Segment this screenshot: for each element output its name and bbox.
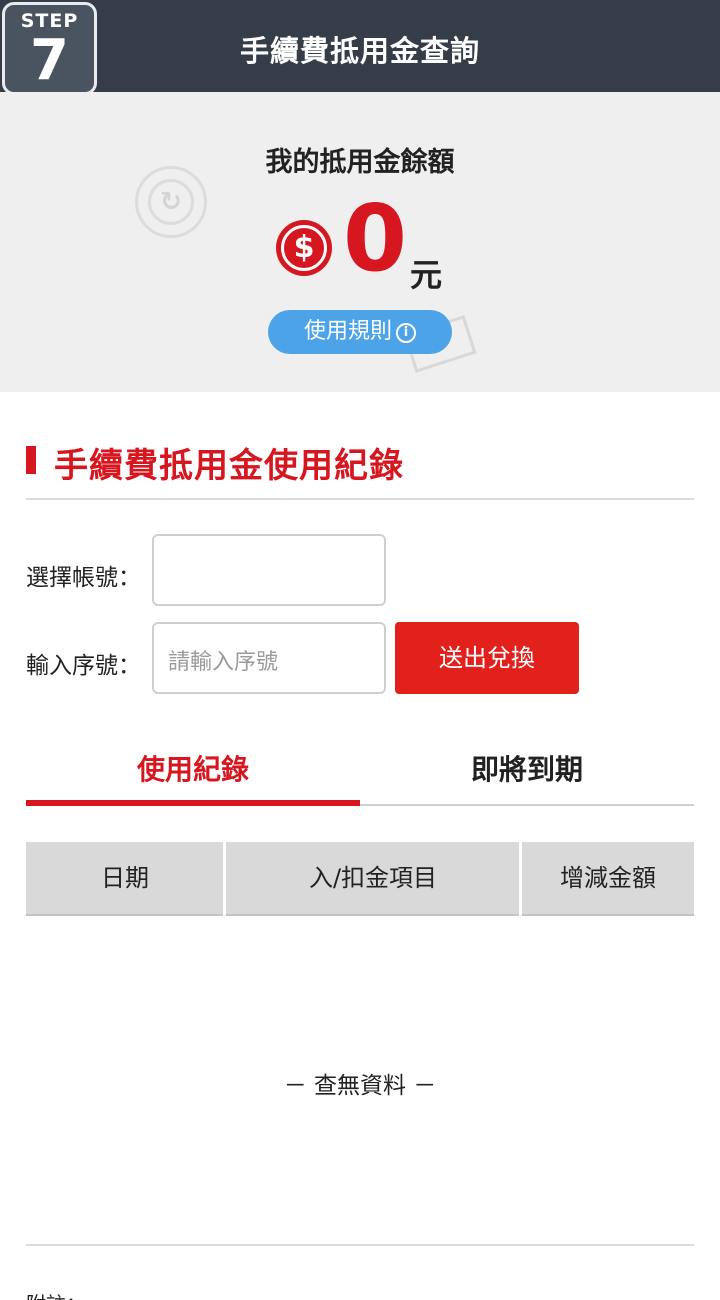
- note-label: 附註：: [26, 1288, 86, 1300]
- serial-input[interactable]: 請輸入序號: [152, 622, 386, 694]
- table-header: 日期 入/扣金項目 增減金額: [26, 842, 694, 916]
- section-marker: [26, 446, 36, 474]
- section-divider: [26, 498, 694, 500]
- serial-placeholder: 請輸入序號: [168, 650, 279, 675]
- submit-redeem-button[interactable]: 送出兌換: [395, 622, 579, 694]
- balance-title: 我的抵用金餘額: [265, 147, 455, 178]
- page-title: 手續費抵用金查詢: [239, 34, 480, 68]
- step-number: 7: [30, 28, 69, 93]
- info-icon: i: [396, 323, 416, 343]
- tab-divider: [360, 804, 694, 806]
- empty-state-text: － 查無資料 －: [283, 1073, 437, 1099]
- usage-rules-button[interactable]: 使用規則 i: [268, 310, 452, 354]
- tab-usage-history[interactable]: 使用紀錄: [26, 748, 360, 788]
- top-bar: 手續費抵用金查詢: [0, 0, 720, 92]
- account-select[interactable]: [152, 534, 386, 606]
- column-date: 日期: [101, 864, 149, 892]
- column-item: 入/扣金項目: [308, 864, 438, 892]
- dollar-sign-glyph: $: [281, 225, 327, 271]
- serial-label: 輸入序號：: [26, 653, 141, 679]
- account-label: 選擇帳號：: [26, 565, 141, 591]
- column-amount-change: 增減金額: [560, 864, 656, 892]
- dollar-coin-icon: $: [276, 220, 332, 276]
- active-tab-indicator: [26, 800, 360, 806]
- section-title: 手續費抵用金使用紀錄: [54, 446, 404, 486]
- balance-panel: 我的抵用金餘額 ↻ $ 0 元 使用規則 i: [0, 92, 720, 392]
- footer-divider: [26, 1244, 694, 1246]
- coin-watermark-icon: ↻: [135, 166, 207, 238]
- tab-expiring-soon[interactable]: 即將到期: [360, 748, 694, 788]
- balance-amount: 0: [343, 185, 408, 292]
- balance-unit: 元: [410, 256, 443, 294]
- usage-rules-label: 使用規則: [303, 319, 392, 344]
- step-badge: STEP 7: [2, 2, 97, 95]
- coin-watermark-glyph: ↻: [148, 179, 194, 225]
